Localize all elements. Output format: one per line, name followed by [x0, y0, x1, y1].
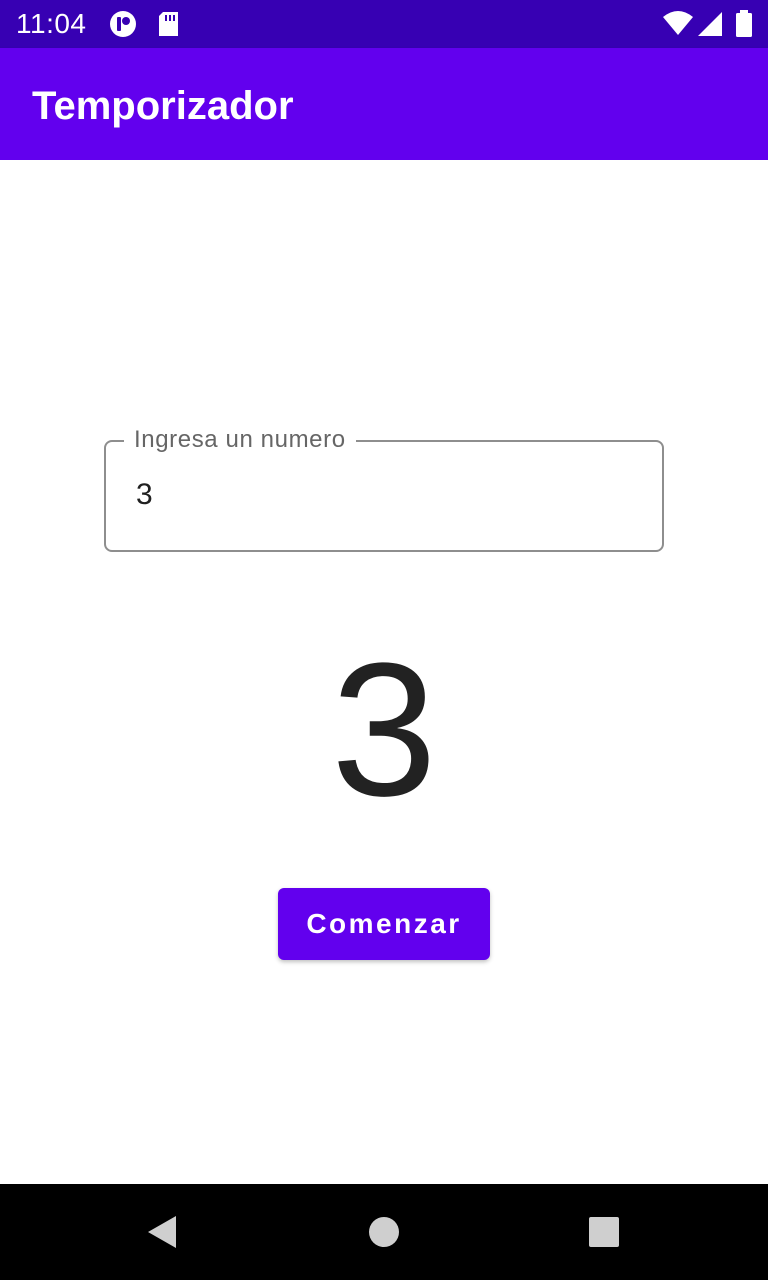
- app-title: Temporizador: [32, 84, 294, 128]
- number-input-value[interactable]: 3: [136, 478, 153, 512]
- number-input-field[interactable]: Ingresa un numero 3: [104, 426, 664, 552]
- recents-icon[interactable]: [584, 1212, 624, 1252]
- wifi-icon: [662, 9, 693, 39]
- number-input-label: Ingresa un numero: [124, 426, 356, 454]
- navigation-bar: [0, 1184, 768, 1280]
- notification-circle-icon: [108, 9, 138, 39]
- home-icon[interactable]: [364, 1212, 404, 1252]
- countdown-display: 3: [331, 624, 437, 836]
- status-bar: 11:04: [0, 0, 768, 48]
- app-bar: Temporizador: [0, 48, 768, 160]
- back-icon[interactable]: [144, 1212, 184, 1252]
- sd-card-icon: [154, 9, 184, 39]
- cell-signal-icon: [696, 9, 726, 39]
- start-button[interactable]: Comenzar: [278, 888, 490, 960]
- status-time: 11:04: [16, 8, 87, 39]
- main-content: Ingresa un numero 3 3 Comenzar: [0, 160, 768, 1184]
- battery-icon: [734, 9, 764, 39]
